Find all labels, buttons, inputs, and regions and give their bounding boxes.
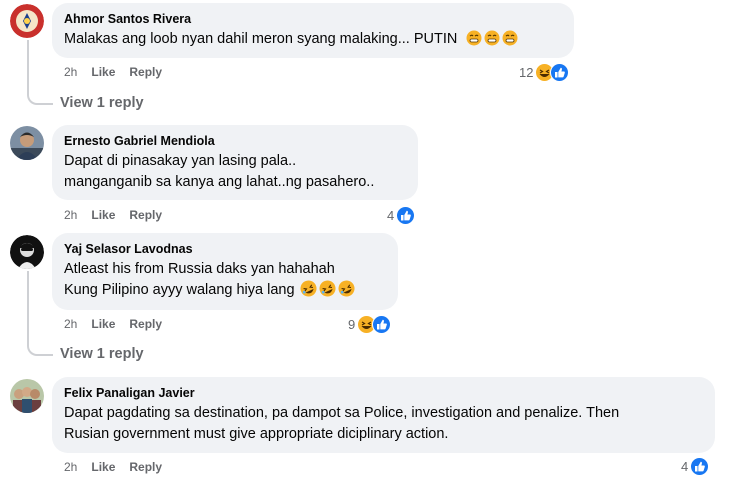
like-button[interactable]: Like (91, 460, 115, 474)
comment-author[interactable]: Yaj Selasor Lavodnas (64, 241, 386, 257)
reaction-summary[interactable]: 4 (387, 206, 416, 225)
avatar-image (10, 126, 44, 160)
comment-author[interactable]: Ernesto Gabriel Mendiola (64, 133, 406, 149)
avatar-image (10, 235, 44, 269)
reply-button[interactable]: Reply (129, 208, 162, 222)
comment-text-line: Dapat di pinasakay yan lasing pala.. (64, 153, 297, 169)
reaction-count: 4 (387, 208, 395, 223)
comment-timestamp[interactable]: 2h (64, 317, 77, 331)
avatar-image (10, 4, 44, 38)
comment-timestamp[interactable]: 2h (64, 65, 77, 79)
haha-like-reaction-icons (535, 63, 570, 82)
comment-author[interactable]: Felix Panaligan Javier (64, 385, 703, 401)
reaction-count: 12 (519, 65, 534, 80)
reply-button[interactable]: Reply (129, 317, 162, 331)
comment-timestamp[interactable]: 2h (64, 208, 77, 222)
comment-text: Malakas ang loob nyan dahil meron syang … (64, 31, 458, 47)
comment-text-line: Kung Pilipino ayyy walang hiya lang (64, 282, 295, 298)
reaction-summary[interactable]: 12 (519, 63, 570, 82)
comment-text-line: Atleast his from Russia daks yan hahahah (64, 261, 335, 277)
thread-connector (27, 271, 53, 356)
comment-timestamp[interactable]: 2h (64, 460, 77, 474)
comment-text: Dapat di pinasakay yan lasing pala.. man… (64, 151, 406, 193)
comment-bubble: Yaj Selasor Lavodnas Atleast his from Ru… (52, 233, 398, 310)
avatar[interactable] (10, 235, 44, 269)
comment-bubble: Ahmor Santos Rivera Malakas ang loob nya… (52, 3, 574, 58)
comment-text: Atleast his from Russia daks yan hahahah… (64, 259, 386, 301)
reaction-summary[interactable]: 9 (348, 315, 392, 334)
comment-actions: 2h Like Reply (64, 208, 162, 222)
comment-text-line: Dapat pagdating sa destination, pa dampo… (64, 405, 620, 421)
like-button[interactable]: Like (91, 65, 115, 79)
rofl-emoji-icons (299, 280, 356, 298)
comment-bubble: Felix Panaligan Javier Dapat pagdating s… (52, 377, 715, 453)
comment-actions: 2h Like Reply (64, 317, 162, 331)
comment-text: Dapat pagdating sa destination, pa dampo… (64, 403, 703, 445)
comment-actions: 2h Like Reply (64, 65, 162, 79)
comment-author[interactable]: Ahmor Santos Rivera (64, 11, 562, 27)
avatar[interactable] (10, 379, 44, 413)
grimace-emoji-icons (465, 30, 518, 47)
avatar[interactable] (10, 126, 44, 160)
like-button[interactable]: Like (91, 317, 115, 331)
comment-bubble: Ernesto Gabriel Mendiola Dapat di pinasa… (52, 125, 418, 200)
view-replies-link[interactable]: View 1 reply (60, 346, 144, 362)
reaction-summary[interactable]: 4 (681, 457, 710, 476)
reply-button[interactable]: Reply (129, 460, 162, 474)
like-reaction-icon (396, 206, 416, 225)
like-reaction-icon (690, 457, 710, 476)
thread-connector (27, 40, 53, 105)
comment-text-line: Rusian government must give appropriate … (64, 426, 449, 442)
reaction-count: 9 (348, 317, 356, 332)
haha-like-reaction-icons (357, 315, 392, 334)
like-button[interactable]: Like (91, 208, 115, 222)
view-replies-link[interactable]: View 1 reply (60, 95, 144, 111)
reply-button[interactable]: Reply (129, 65, 162, 79)
comment-actions: 2h Like Reply (64, 460, 162, 474)
avatar[interactable] (10, 4, 44, 38)
comment-text-line: manganganib sa kanya ang lahat..ng pasah… (64, 174, 375, 190)
avatar-image (10, 379, 44, 413)
reaction-count: 4 (681, 459, 689, 474)
